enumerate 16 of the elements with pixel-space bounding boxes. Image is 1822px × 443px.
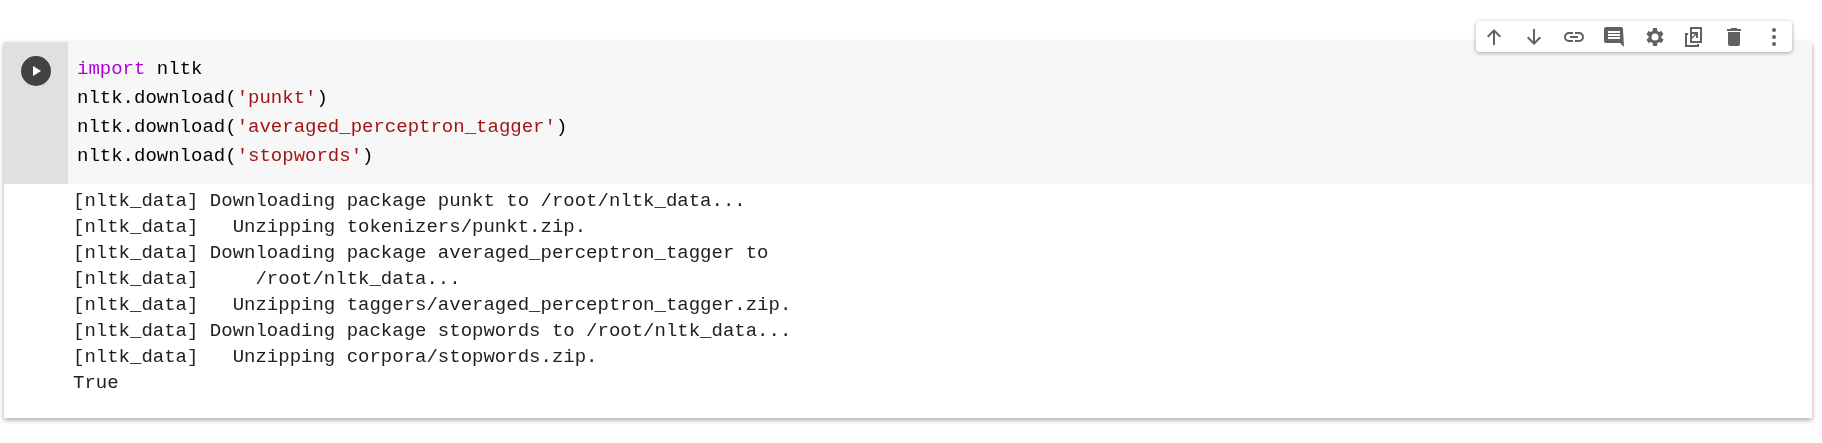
code-line: import nltk <box>77 57 204 82</box>
code-line: nltk.download('stopwords') <box>77 144 375 169</box>
output-line: [nltk_data] Unzipping taggers/averaged_perceptron_tagger.zip. <box>73 293 793 318</box>
comment-icon <box>1602 24 1626 49</box>
code-line: nltk.download('averaged_perceptron_tagger') <box>77 115 568 140</box>
output-line: [nltk_data] Unzipping corpora/stopwords.zip. <box>73 345 599 370</box>
output-line: [nltk_data] /root/nltk_data... <box>73 267 462 292</box>
output-line: [nltk_data] Unzipping tokenizers/punkt.zip. <box>73 215 588 240</box>
run-button[interactable] <box>21 56 51 86</box>
output-line: [nltk_data] Downloading package averaged_perceptron_tagger to <box>73 241 770 266</box>
more-icon <box>1772 27 1776 46</box>
output-line: True <box>73 371 120 396</box>
output-line: [nltk_data] Downloading package punkt to /root/nltk_data... <box>73 189 747 214</box>
comment-button[interactable] <box>1602 24 1626 49</box>
code-line: nltk.download('punkt') <box>77 86 329 111</box>
output-line: [nltk_data] Downloading package stopwords to /root/nltk_data... <box>73 319 793 344</box>
